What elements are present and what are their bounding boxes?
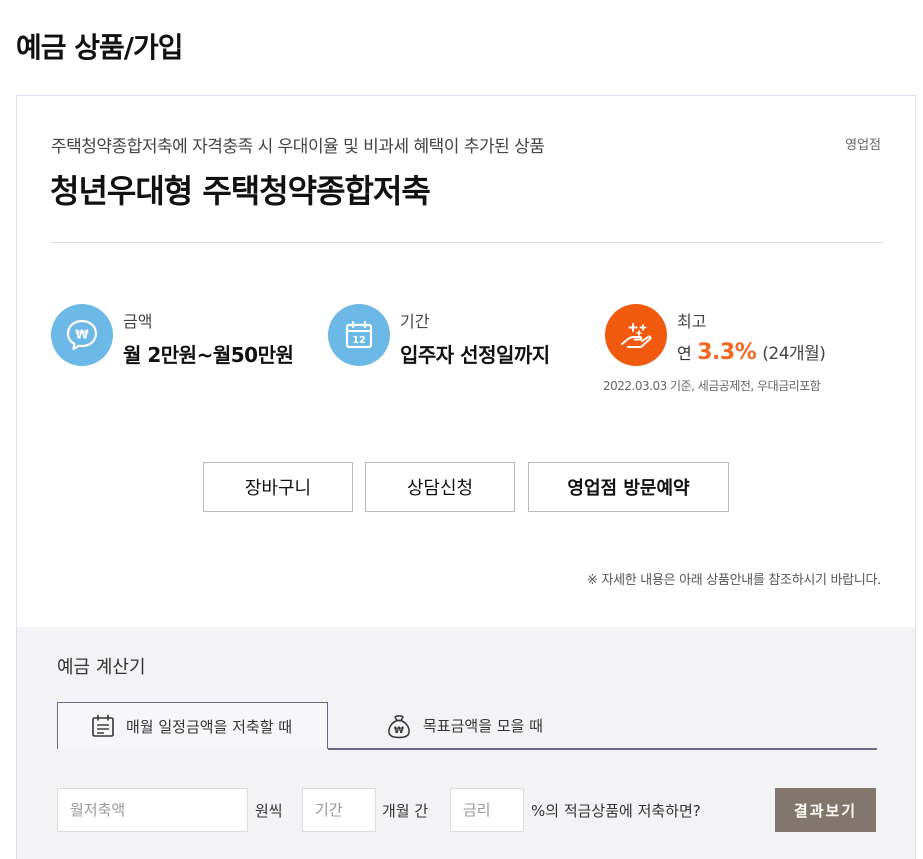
consult-button[interactable]: 상담신청 — [365, 462, 515, 512]
info-amount: ₩ 금액 월 2만원~월50만원 — [51, 304, 294, 368]
info-period: 12 기간 입주자 선정일까지 — [328, 304, 550, 368]
calculator-title: 예금 계산기 — [57, 657, 146, 678]
info-rate: 최고 연 3.3% (24개월) — [605, 304, 826, 366]
rate-value: 3.3% — [697, 340, 757, 365]
rate-value-row: 연 3.3% (24개월) — [677, 339, 826, 365]
rate-prefix: 연 — [677, 344, 692, 363]
rate-note: 2022.03.03 기준, 세금공제전, 우대금리포함 — [603, 379, 821, 393]
period-input[interactable] — [302, 788, 376, 832]
period-label: 기간 — [400, 312, 430, 331]
result-button[interactable]: 결과보기 — [775, 788, 876, 832]
calendar-12-icon: 12 — [328, 304, 390, 366]
product-name: 청년우대형 주택청약종합저축 — [50, 172, 431, 210]
product-card: 주택청약종합저축에 자격충족 시 우대이율 및 비과세 혜택이 추가된 상품 영… — [16, 95, 916, 859]
hand-sparkle-icon — [605, 304, 667, 366]
money-bag-icon: ₩ — [385, 712, 413, 740]
cart-button[interactable]: 장바구니 — [203, 462, 353, 512]
monthly-amount-input[interactable] — [57, 788, 248, 832]
amount-value: 월 2만원~월50만원 — [123, 343, 294, 367]
rate-suffix: (24개월) — [762, 344, 826, 364]
tab-underline — [328, 748, 877, 750]
tab-target-amount[interactable]: ₩ 목표금액을 모을 때 — [328, 702, 877, 749]
calendar-list-icon — [90, 713, 116, 739]
unit-won: 원씩 — [255, 802, 283, 820]
tab-monthly-saving[interactable]: 매월 일정금액을 저축할 때 — [57, 702, 328, 749]
divider — [51, 242, 883, 243]
unit-rate: %의 적금상품에 저축하면? — [531, 802, 701, 820]
rate-label: 최고 — [677, 312, 707, 331]
rate-input[interactable] — [450, 788, 524, 832]
product-subtitle: 주택청약종합저축에 자격충족 시 우대이율 및 비과세 혜택이 추가된 상품 — [51, 137, 545, 157]
notice-text: ※ 자세한 내용은 아래 상품안내를 참조하시기 바랍니다. — [587, 573, 881, 588]
won-speech-bubble-icon: ₩ — [51, 304, 113, 366]
page-title: 예금 상품/가입 — [16, 31, 184, 64]
unit-months: 개월 간 — [382, 802, 429, 820]
period-value: 입주자 선정일까지 — [400, 343, 550, 367]
visit-reservation-button[interactable]: 영업점 방문예약 — [528, 462, 729, 512]
svg-text:₩: ₩ — [75, 328, 89, 342]
svg-text:₩: ₩ — [394, 726, 404, 736]
deposit-calculator: 예금 계산기 매월 일정금액을 저축할 때 ₩ 목표금액을 모을 때 월저축액 … — [17, 627, 915, 859]
tab-monthly-saving-label: 매월 일정금액을 저축할 때 — [126, 717, 293, 736]
amount-label: 금액 — [123, 312, 153, 331]
tab-target-amount-label: 목표금액을 모을 때 — [423, 717, 543, 735]
svg-text:12: 12 — [352, 335, 365, 346]
branch-tag: 영업점 — [845, 138, 881, 153]
